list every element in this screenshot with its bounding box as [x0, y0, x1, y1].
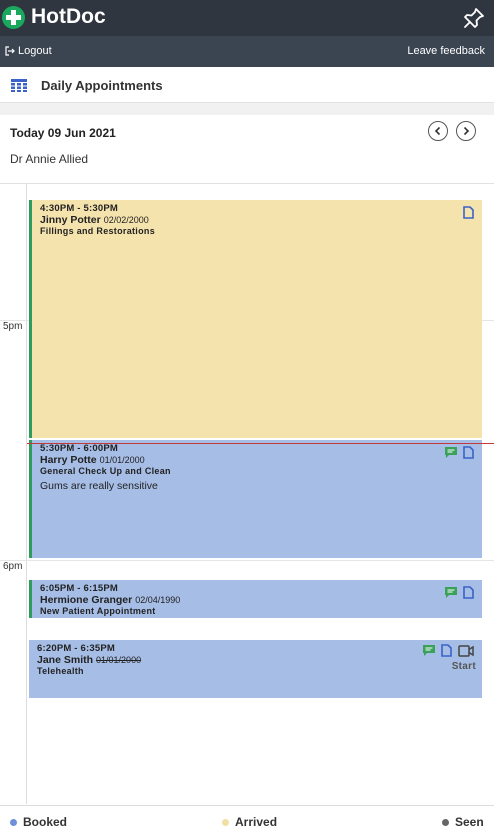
- appointment-type: New Patient Appointment: [40, 606, 156, 616]
- calendar-grid-icon: [11, 79, 27, 92]
- legend-seen: Seen: [442, 815, 484, 829]
- practitioner-name: Dr Annie Allied: [10, 152, 89, 166]
- appointment-card[interactable]: 4:30PM - 5:30PM Jinny Potter 02/02/2000 F…: [29, 200, 482, 438]
- document-icon[interactable]: [463, 206, 474, 219]
- hotdoc-logo-icon: [2, 6, 25, 29]
- section-divider: [0, 103, 494, 115]
- legend-label: Booked: [23, 815, 68, 829]
- day-calendar[interactable]: 5pm 6pm 4:30PM - 5:30PM Jinny Potter 02/0…: [0, 184, 494, 804]
- patient-dob: 01/01/2000: [96, 655, 142, 665]
- patient-name: Harry Potte: [40, 454, 97, 466]
- document-icon[interactable]: [463, 446, 474, 459]
- booked-dot-icon: [10, 818, 17, 826]
- message-icon[interactable]: [445, 587, 457, 598]
- arrived-dot-icon: [222, 818, 229, 826]
- message-icon[interactable]: [445, 447, 457, 458]
- account-bar: Logout Leave feedback: [0, 36, 494, 67]
- appointment-card[interactable]: 6:05PM - 6:15PM Hermione Granger 02/04/19…: [29, 580, 482, 618]
- appointment-card[interactable]: 5:30PM - 6:00PM Harry Potte 01/01/2000 Ge…: [29, 440, 482, 558]
- patient-dob: 01/01/2000: [99, 455, 145, 465]
- time-gutter-divider: [26, 184, 27, 804]
- document-icon[interactable]: [463, 586, 474, 599]
- appointment-card[interactable]: 6:20PM - 6:35PM Jane Smith 01/01/2000 Tel…: [29, 640, 482, 698]
- appointment-type: Fillings and Restorations: [40, 226, 156, 236]
- page-title: Daily Appointments: [41, 78, 163, 93]
- appointment-time: 6:20PM - 6:35PM: [37, 643, 115, 654]
- message-icon[interactable]: [423, 645, 435, 656]
- appointment-note: Gums are really sensitive: [40, 480, 158, 492]
- date-header: Today 09 Jun 2021 Dr Annie Allied: [0, 115, 494, 184]
- video-icon[interactable]: [458, 644, 474, 657]
- logout-label: Logout: [18, 45, 52, 57]
- app-name: HotDoc: [31, 5, 106, 28]
- logout-link[interactable]: Logout: [5, 45, 52, 57]
- legend-booked: Booked: [10, 815, 67, 829]
- patient-name: Jane Smith: [37, 654, 94, 666]
- hour-label-6pm: 6pm: [3, 561, 23, 572]
- appointment-type: Telehealth: [37, 666, 84, 676]
- patient-dob: 02/04/1990: [135, 595, 181, 605]
- appointment-type: General Check Up and Clean: [40, 466, 171, 476]
- appointment-time: 6:05PM - 6:15PM: [40, 583, 118, 594]
- patient-dob: 02/02/2000: [103, 215, 149, 225]
- hour-line: [0, 560, 494, 561]
- page-header: Daily Appointments: [0, 67, 494, 103]
- next-day-button[interactable]: [456, 121, 476, 141]
- current-time-indicator: [27, 443, 494, 444]
- patient-name: Hermione Granger: [40, 594, 133, 606]
- status-legend: Booked Arrived Seen: [0, 805, 494, 839]
- pin-icon[interactable]: [462, 6, 486, 30]
- hour-label-5pm: 5pm: [3, 321, 23, 332]
- previous-day-button[interactable]: [428, 121, 448, 141]
- app-header: HotDoc: [0, 0, 494, 36]
- document-icon[interactable]: [441, 644, 452, 657]
- appointment-time: 4:30PM - 5:30PM: [40, 203, 118, 214]
- logout-icon: [5, 46, 15, 56]
- chevron-left-icon: [434, 126, 441, 136]
- seen-dot-icon: [442, 818, 449, 826]
- patient-name: Jinny Potter: [40, 214, 101, 226]
- legend-label: Seen: [455, 815, 484, 829]
- legend-label: Arrived: [235, 815, 278, 829]
- legend-arrived: Arrived: [222, 815, 277, 829]
- appointment-time: 5:30PM - 6:00PM: [40, 443, 118, 454]
- leave-feedback-link[interactable]: Leave feedback: [407, 45, 485, 57]
- current-date: Today 09 Jun 2021: [10, 126, 116, 140]
- start-telehealth-button[interactable]: Start: [452, 661, 476, 672]
- chevron-right-icon: [463, 126, 470, 136]
